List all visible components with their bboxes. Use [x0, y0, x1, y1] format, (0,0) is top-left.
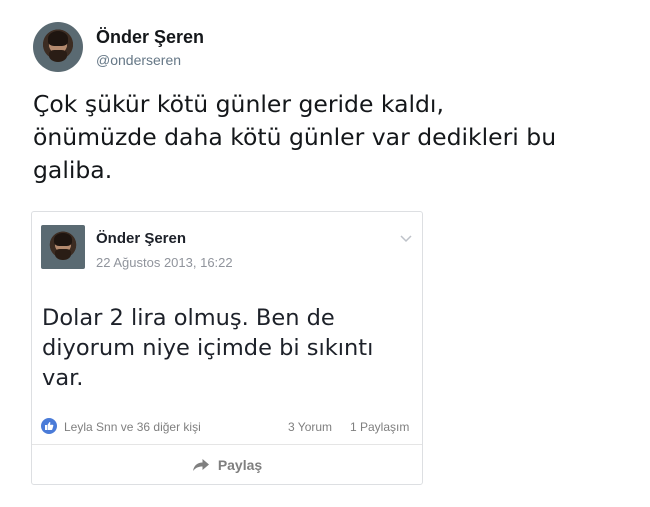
tweet-text-line: önümüzde daha kötü günler var dedikleri … — [33, 123, 557, 151]
facebook-post-text-line: var. — [42, 365, 84, 391]
avatar-hair — [48, 31, 68, 46]
facebook-post-text: Dolar 2 lira olmuş. Ben de diyorum niye … — [42, 303, 412, 393]
facebook-post-text-line: Dolar 2 lira olmuş. Ben de — [42, 305, 335, 331]
facebook-post-date: 22 Ağustos 2013, 16:22 — [96, 255, 233, 270]
tweet-author-handle[interactable]: @onderseren — [96, 52, 181, 68]
facebook-comments-count[interactable]: 3 Yorum — [288, 420, 332, 434]
chevron-down-icon — [400, 235, 412, 243]
facebook-author-avatar — [41, 225, 85, 269]
tweet-text-line: galiba. — [33, 156, 113, 184]
facebook-likes-count[interactable]: Leyla Snn ve 36 diğer kişi — [64, 420, 201, 434]
like-icon — [41, 418, 57, 434]
facebook-post-card[interactable]: Önder Şeren 22 Ağustos 2013, 16:22 Dolar… — [31, 211, 423, 485]
tweet-author-avatar[interactable] — [33, 22, 83, 72]
avatar-beard — [49, 49, 67, 62]
facebook-share-label: Paylaş — [217, 457, 263, 473]
facebook-share-button[interactable]: Paylaş — [32, 445, 422, 485]
tweet-text: Çok şükür kötü günler geride kaldı, önüm… — [33, 88, 633, 187]
facebook-author-name: Önder Şeren — [96, 230, 187, 247]
tweet-author-name[interactable]: Önder Şeren — [96, 27, 204, 48]
facebook-shares-count[interactable]: 1 Paylaşım — [350, 420, 409, 434]
avatar-hair — [54, 232, 72, 247]
facebook-post-text-line: diyorum niye içimde bi sıkıntı — [42, 335, 374, 361]
avatar-beard — [55, 249, 71, 261]
tweet-text-line: Çok şükür kötü günler geride kaldı, — [33, 90, 444, 118]
share-arrow-icon — [192, 459, 209, 471]
